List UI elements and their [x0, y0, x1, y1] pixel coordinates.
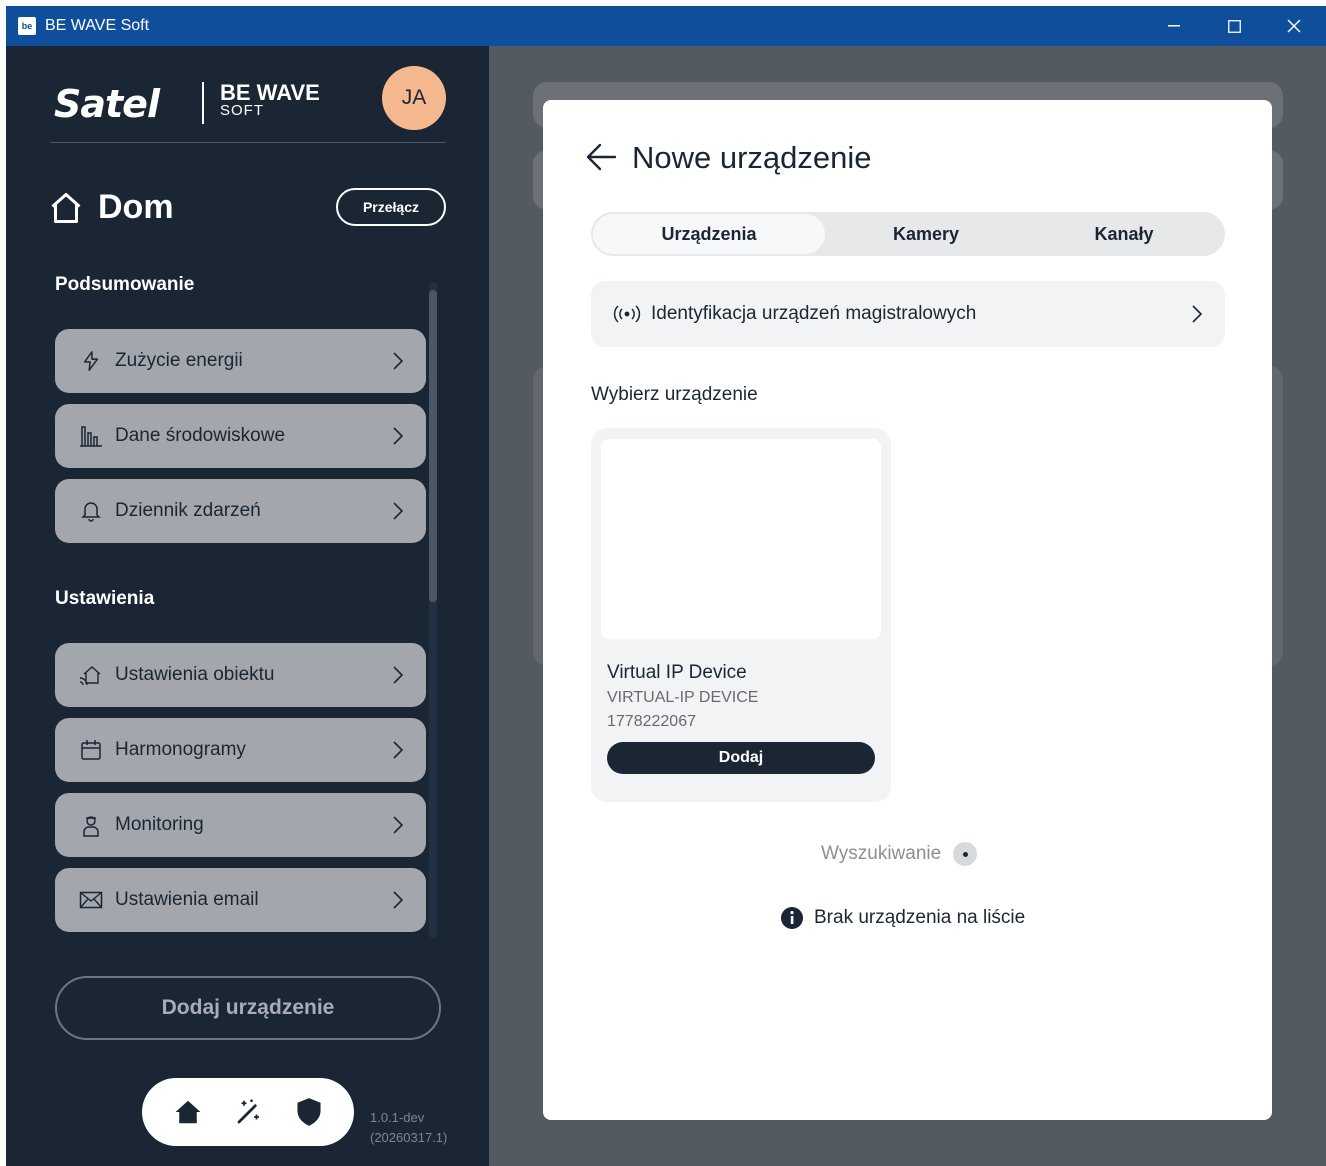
chevron-right-icon [393, 816, 404, 834]
home-outline-icon [51, 192, 81, 223]
maximize-button[interactable] [1204, 6, 1264, 46]
device-missing-label: Brak urządzenia na liście [814, 907, 1026, 928]
switch-button[interactable]: Przełącz [336, 188, 446, 226]
close-button[interactable] [1264, 6, 1324, 46]
minimize-button[interactable] [1144, 6, 1204, 46]
menu-item-label: Monitoring [115, 814, 204, 835]
chevron-right-icon [393, 502, 404, 520]
maximize-icon [1227, 19, 1241, 33]
bewave-logo-sub: SOFT [220, 102, 264, 119]
device-tabs: Urządzenia Kamery Kanały [591, 212, 1225, 256]
bottom-nav [142, 1078, 354, 1146]
device-serial: 1778222067 [607, 713, 696, 730]
app-logo-icon: be [18, 17, 36, 35]
device-image [601, 439, 881, 639]
shield-icon[interactable] [295, 1097, 323, 1127]
menu-item-label: Zużycie energii [115, 350, 243, 371]
avatar[interactable]: JA [382, 66, 446, 130]
menu-item-label: Harmonogramy [115, 739, 246, 760]
sidebar-scrollbar-thumb[interactable] [429, 290, 437, 602]
menu-item-object-settings[interactable]: Ustawienia obiektu [55, 643, 426, 707]
bell-icon [79, 499, 103, 523]
bus-device-identification-row[interactable]: Identyfikacja urządzeń magistralowych [591, 281, 1225, 347]
lightning-icon [79, 349, 103, 373]
device-type: VIRTUAL-IP DEVICE [607, 689, 759, 706]
bewave-logo: BE WAVE [220, 80, 320, 105]
chevron-right-icon [393, 891, 404, 909]
divider [50, 142, 446, 143]
version-build: (20260317.1) [370, 1130, 448, 1145]
summary-section-label: Podsumowanie [55, 274, 195, 295]
minimize-icon [1168, 25, 1180, 27]
home-title: Dom [48, 188, 174, 227]
menu-item-environment[interactable]: Dane środowiskowe [55, 404, 426, 468]
menu-item-label: Ustawienia obiektu [115, 664, 275, 685]
back-arrow-icon[interactable] [585, 142, 617, 172]
chevron-right-icon [393, 427, 404, 445]
device-missing-link[interactable]: Brak urządzenia na liście [780, 906, 1025, 930]
identify-label: Identyfikacja urządzeń magistralowych [651, 303, 977, 324]
device-card[interactable]: Virtual IP Device VIRTUAL-IP DEVICE 1778… [591, 428, 891, 802]
searching-label: Wyszukiwanie [821, 843, 942, 864]
menu-item-schedules[interactable]: Harmonogramy [55, 718, 426, 782]
title-bar: be BE WAVE Soft [6, 6, 1326, 46]
menu-item-label: Dane środowiskowe [115, 425, 286, 446]
choose-device-label: Wybierz urządzenie [591, 384, 758, 405]
logo-divider [202, 82, 204, 124]
device-name: Virtual IP Device [607, 662, 747, 683]
menu-item-monitoring[interactable]: Monitoring [55, 793, 426, 857]
close-icon [1287, 19, 1301, 33]
chevron-right-icon [393, 741, 404, 759]
menu-item-event-log[interactable]: Dziennik zdarzeń [55, 479, 426, 543]
window-title: BE WAVE Soft [45, 17, 150, 34]
settings-section-label: Ustawienia [55, 588, 155, 609]
add-device-button[interactable]: Dodaj urządzenie [55, 976, 441, 1040]
tab-channels[interactable]: Kanały [1025, 212, 1223, 256]
add-button[interactable]: Dodaj [607, 742, 875, 774]
home-wireless-icon [79, 663, 103, 687]
info-icon [781, 907, 803, 929]
menu-item-email-settings[interactable]: Ustawienia email [55, 868, 426, 932]
app-window: be BE WAVE Soft Satel BE WAVE SOFT JA Do… [6, 6, 1326, 1166]
tab-cameras[interactable]: Kamery [827, 212, 1025, 256]
dialog-title: Nowe urządzenie [632, 140, 872, 175]
satel-logo: Satel [54, 82, 160, 126]
home-title-text: Dom [98, 188, 174, 226]
sidebar: Satel BE WAVE SOFT JA Dom Przełącz Podsu… [6, 46, 489, 1166]
menu-item-label: Ustawienia email [115, 889, 259, 910]
new-device-dialog: Nowe urządzenie Urządzenia Kamery Kanały… [543, 100, 1272, 1120]
searching-status: Wyszukiwanie [821, 842, 978, 866]
menu-item-energy[interactable]: Zużycie energii [55, 329, 426, 393]
version-number: 1.0.1-dev [370, 1110, 425, 1125]
menu-item-label: Dziennik zdarzeń [115, 500, 261, 521]
spinner-icon [953, 842, 978, 866]
version-info: 1.0.1-dev (20260317.1) [370, 1108, 447, 1148]
home-icon[interactable] [173, 1097, 203, 1127]
magic-wand-icon[interactable] [234, 1097, 264, 1127]
broadcast-icon [613, 305, 641, 323]
chevron-right-icon [1192, 305, 1203, 323]
guard-icon [79, 813, 103, 837]
calendar-icon [79, 738, 103, 762]
envelope-icon [79, 888, 103, 912]
chevron-right-icon [393, 352, 404, 370]
bar-chart-icon [79, 424, 103, 448]
chevron-right-icon [393, 666, 404, 684]
tab-devices[interactable]: Urządzenia [593, 214, 825, 254]
